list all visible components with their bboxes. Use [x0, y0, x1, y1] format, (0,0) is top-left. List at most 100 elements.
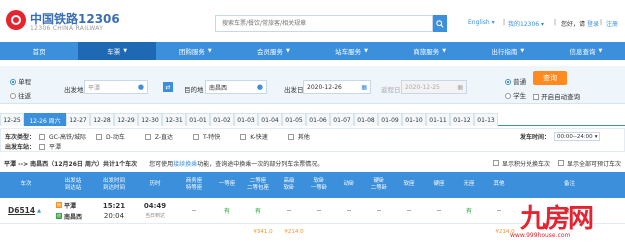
- search-button[interactable]: [433, 15, 447, 32]
- to-station: 终南昌西: [56, 212, 82, 221]
- railway-logo-icon[interactable]: [6, 10, 26, 30]
- date-tab[interactable]: 01-11: [426, 113, 450, 126]
- result-route: 平潭 --> 南昌西（12月26日 周六）共计1个车次: [4, 160, 138, 168]
- from-field[interactable]: 平潭 ●: [84, 80, 148, 94]
- one-way-radio[interactable]: [10, 79, 16, 85]
- show-points-label: 显示积分兑换车次: [501, 160, 550, 168]
- header-deluxe-sleeper: 高级 软卧: [283, 177, 295, 191]
- nav-label: 车票: [107, 48, 121, 56]
- header-duration[interactable]: 历时: [134, 172, 176, 198]
- student-ticket-option[interactable]: 学生: [505, 90, 526, 100]
- chevron-down-icon: ▲: [37, 207, 41, 214]
- show-all-checkbox[interactable]: [557, 160, 564, 166]
- show-points-option[interactable]: 显示积分兑换车次: [492, 159, 550, 168]
- date-tab[interactable]: 01-07: [330, 113, 354, 126]
- nav-group-service[interactable]: 团购服务 ▼: [156, 42, 234, 60]
- header-train[interactable]: 车次: [0, 172, 52, 198]
- notice-prefix: 您可使用: [149, 160, 174, 168]
- chevron-down-icon: ▼: [598, 48, 603, 54]
- one-way-option[interactable]: 单程: [10, 76, 31, 86]
- my12306-link[interactable]: 我的12306 ▾: [508, 19, 544, 28]
- calendar-icon: ▦: [361, 83, 367, 91]
- price-cell: [430, 224, 460, 240]
- date-tab[interactable]: 12-30: [138, 113, 162, 126]
- search-input[interactable]: [215, 15, 433, 32]
- nav-label: 出行指南: [491, 48, 518, 56]
- location-pin-icon: ●: [137, 83, 144, 91]
- type-t-checkbox[interactable]: [193, 133, 200, 140]
- chevron-down-icon: ▼: [207, 48, 212, 54]
- train-number[interactable]: D6514: [8, 206, 35, 215]
- date-tab[interactable]: 01-08: [354, 113, 378, 126]
- date-tab[interactable]: 12-25: [0, 113, 24, 126]
- price-cell: ¥341.0: [253, 229, 273, 235]
- type-d-checkbox[interactable]: [96, 133, 103, 140]
- seat-cell[interactable]: 有: [242, 198, 274, 223]
- search-icon: [436, 19, 444, 28]
- auto-query-checkbox[interactable]: [533, 94, 539, 100]
- student-label: 学生: [513, 92, 527, 100]
- normal-ticket-option[interactable]: 普通: [505, 76, 526, 86]
- header-times[interactable]: 出发时间 到达时间: [94, 172, 134, 198]
- query-button[interactable]: 查询: [533, 71, 567, 85]
- date-tab[interactable]: 01-10: [402, 113, 426, 126]
- seat-cell: --: [406, 207, 412, 214]
- station-checkbox[interactable]: [39, 143, 46, 150]
- date-tab[interactable]: 12-28: [90, 113, 114, 126]
- to-field[interactable]: 南昌西 ●: [205, 80, 267, 94]
- header-hard-seat: 硬座: [433, 181, 445, 188]
- date-tab[interactable]: 01-06: [306, 113, 330, 126]
- header-stations[interactable]: 出发站 到达站: [52, 172, 94, 198]
- language-switch[interactable]: English ▾: [468, 19, 495, 26]
- nav-info-query[interactable]: 信息查询 ▼: [547, 42, 625, 60]
- show-points-checkbox[interactable]: [492, 160, 499, 166]
- nav-station-service[interactable]: 站车服务 ▼: [313, 42, 391, 60]
- date-tab[interactable]: 01-13: [474, 113, 498, 126]
- date-tab[interactable]: 12-31: [162, 113, 186, 126]
- round-trip-label: 往返: [18, 92, 32, 100]
- date-tab-active[interactable]: 12-26 周六: [24, 113, 66, 126]
- normal-radio[interactable]: [505, 79, 511, 85]
- train-number-cell[interactable]: D6514 ▲: [0, 198, 52, 223]
- seat-cell[interactable]: 有: [212, 198, 242, 223]
- round-trip-option[interactable]: 往返: [10, 90, 31, 100]
- nav-travel-guide[interactable]: 出行指南 ▼: [469, 42, 547, 60]
- depart-time-select[interactable]: 00:00--24:00 ▾: [554, 132, 601, 141]
- language-label[interactable]: English: [468, 19, 490, 26]
- transfer-link[interactable]: 接续换乘: [173, 159, 197, 168]
- chevron-down-icon: ▾: [541, 21, 545, 28]
- nav-business-service[interactable]: 商旅服务 ▼: [391, 42, 469, 60]
- date-tab[interactable]: 12-27: [66, 113, 90, 126]
- auto-query-option[interactable]: 开启自动查询: [533, 91, 580, 101]
- nav-member-service[interactable]: 会员服务 ▼: [234, 42, 312, 60]
- date-tab[interactable]: 01-01: [186, 113, 210, 126]
- date-tab[interactable]: 01-02: [210, 113, 234, 126]
- date-tab[interactable]: 12-29: [114, 113, 138, 126]
- login-link[interactable]: 登录: [587, 19, 599, 28]
- student-radio[interactable]: [505, 93, 511, 99]
- my12306-label[interactable]: 我的12306: [508, 21, 539, 28]
- date-tab[interactable]: 01-12: [450, 113, 474, 126]
- train-type-label: 车次类型：: [5, 134, 36, 141]
- type-gc-checkbox[interactable]: [39, 133, 46, 140]
- seat-cell[interactable]: 有: [454, 198, 484, 223]
- register-link[interactable]: 注册: [606, 19, 618, 28]
- nav-home[interactable]: 首页: [0, 42, 78, 60]
- round-trip-radio[interactable]: [10, 93, 16, 99]
- type-z-checkbox[interactable]: [144, 133, 151, 140]
- date-tab[interactable]: 01-03: [234, 113, 258, 126]
- watermark-logo: 九房网: [520, 204, 594, 234]
- date-tab[interactable]: 01-04: [258, 113, 282, 126]
- swap-stations-icon[interactable]: ⇄: [163, 82, 173, 92]
- show-all-option[interactable]: 显示全部可预订车次: [557, 159, 621, 168]
- nav-tickets[interactable]: 车票 ▼: [78, 42, 157, 60]
- filter-panel: 车次类型： GC-高铁/城际 D-动车 Z-直达 T-特快 K-快速 其他 出发…: [0, 128, 625, 152]
- type-k-checkbox[interactable]: [240, 133, 247, 140]
- main-nav: 首页 车票 ▼ 团购服务 ▼ 会员服务 ▼ 站车服务 ▼ 商旅服务 ▼ 出行指南 ▼ 信息查…: [0, 42, 625, 60]
- type-other-checkbox[interactable]: [287, 133, 294, 140]
- depart-date-field[interactable]: 2020-12-26 ▦: [303, 80, 371, 94]
- date-tab[interactable]: 01-09: [378, 113, 402, 126]
- date-tab[interactable]: 01-05: [282, 113, 306, 126]
- return-date-field[interactable]: 2020-12-25 ▦: [401, 80, 467, 94]
- chevron-down-icon: ▾: [594, 133, 598, 140]
